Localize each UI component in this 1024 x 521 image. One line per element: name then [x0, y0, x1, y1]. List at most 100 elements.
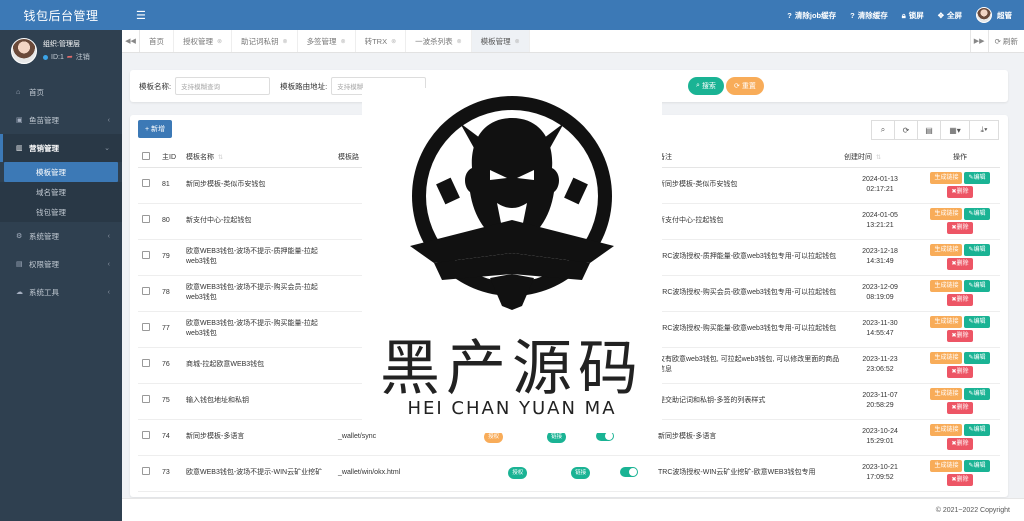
online-dot-icon	[43, 55, 48, 60]
row-id: 74	[158, 419, 182, 456]
delete-button[interactable]: ✖删除	[947, 330, 973, 342]
edit-button[interactable]: ✎编辑	[964, 280, 990, 292]
user-menu[interactable]: 超管	[976, 7, 1012, 23]
menu-toggle-icon[interactable]: ☰	[136, 9, 146, 22]
generate-link-button[interactable]: 生成链接	[930, 244, 963, 256]
delete-button[interactable]: ✖删除	[947, 366, 973, 378]
avatar[interactable]	[11, 38, 37, 64]
edit-button[interactable]: ✎编辑	[964, 460, 990, 472]
row-checkbox[interactable]	[142, 179, 150, 187]
tab-killlist[interactable]: 一波杀列表 ⊗	[406, 30, 472, 52]
plus-icon: +	[145, 125, 150, 133]
generate-link-button[interactable]: 生成链接	[930, 172, 963, 184]
row-checkbox[interactable]	[142, 395, 150, 403]
tabs-scroll-left-icon[interactable]: ◀◀	[122, 30, 140, 52]
col-name[interactable]: 模板名称 ⇅	[182, 147, 334, 168]
generate-link-button[interactable]: 生成链接	[930, 280, 963, 292]
sidebar-item-fish[interactable]: ▣ 鱼苗管理 ‹	[0, 106, 122, 134]
generate-link-button[interactable]: 生成链接	[930, 424, 963, 436]
sidebar-item-marketing[interactable]: ▥ 营销管理 ⌄	[0, 134, 122, 162]
template-route-label: 模板路由地址:	[280, 81, 328, 91]
row-route-cell: _wallet/win/okx.html 授权 链接	[334, 455, 654, 492]
refresh-button[interactable]: ⟳ 刷新	[987, 30, 1024, 52]
download-icon: ⤓▾	[980, 125, 988, 134]
delete-button[interactable]: ✖删除	[947, 474, 973, 486]
sidebar-item-system[interactable]: ⚙ 系统管理 ‹	[0, 222, 122, 250]
reset-button[interactable]: ⟳ 重置	[726, 77, 764, 95]
question-icon: ?	[787, 10, 792, 20]
col-created[interactable]: 创建时间 ⇅	[840, 147, 920, 168]
columns-button[interactable]: ▦▾	[940, 120, 970, 140]
close-icon[interactable]: ⊗	[217, 38, 222, 45]
search-icon: ⌕	[696, 82, 700, 89]
edit-button[interactable]: ✎编辑	[964, 172, 990, 184]
row-id: 75	[158, 383, 182, 420]
tab-mnemonic[interactable]: 助记词私钥 ⊗	[232, 30, 298, 52]
tab-multisig[interactable]: 多签管理 ⊗	[298, 30, 356, 52]
generate-link-button[interactable]: 生成链接	[930, 460, 963, 472]
tab-auth[interactable]: 授权管理 ⊗	[174, 30, 233, 52]
close-icon[interactable]: ⊗	[457, 38, 462, 45]
link-badge: 链接	[571, 467, 591, 479]
clear-job-cache-button[interactable]: ? 清除job缓存	[787, 10, 836, 21]
row-checkbox[interactable]	[142, 431, 150, 439]
lock-screen-button[interactable]: 🔒︎ 锁屏	[902, 10, 924, 21]
watermark-overlay: 黑产源码 HEI CHAN YUAN MA	[362, 88, 662, 433]
generate-link-button[interactable]: 生成链接	[930, 352, 963, 364]
row-created: 2023-10-21 17:09:52	[840, 455, 920, 492]
add-button[interactable]: + 新增	[138, 120, 173, 138]
sidebar-sub-wallet[interactable]: 钱包管理	[0, 202, 122, 222]
row-checkbox[interactable]	[142, 251, 150, 259]
edit-button[interactable]: ✎编辑	[964, 244, 990, 256]
delete-button[interactable]: ✖删除	[947, 222, 973, 234]
col-id[interactable]: 主ID	[158, 147, 182, 168]
sidebar-sub-template[interactable]: 模板管理	[4, 162, 118, 182]
generate-link-button[interactable]: 生成链接	[930, 208, 963, 220]
generate-link-button[interactable]: 生成链接	[930, 388, 963, 400]
edit-button[interactable]: ✎编辑	[964, 352, 990, 364]
tabs-scroll-right-icon[interactable]: ▶▶	[969, 30, 988, 52]
row-name: 新同步模板-类似币安钱包	[182, 167, 334, 204]
delete-button[interactable]: ✖删除	[947, 402, 973, 414]
edit-button[interactable]: ✎编辑	[964, 208, 990, 220]
chevron-left-icon: ‹	[107, 260, 110, 268]
generate-link-button[interactable]: 生成链接	[930, 316, 963, 328]
sidebar-item-home[interactable]: ⌂ 首页	[0, 78, 122, 106]
sidebar-item-permission[interactable]: ▤ 权限管理 ‹	[0, 250, 122, 278]
table-refresh-button[interactable]: ⟳	[894, 120, 918, 140]
delete-button[interactable]: ✖删除	[947, 258, 973, 270]
close-icon[interactable]: ⊗	[391, 38, 396, 45]
bank-icon: ▥	[16, 145, 23, 152]
watermark-title: 黑产源码	[380, 334, 644, 404]
row-checkbox[interactable]	[142, 215, 150, 223]
edit-button[interactable]: ✎编辑	[964, 424, 990, 436]
wallet-icon: ▣	[16, 117, 23, 124]
toggle-search-button[interactable]: ⌕	[871, 120, 895, 140]
sidebar-sub-domain[interactable]: 域名管理	[0, 182, 122, 202]
row-checkbox[interactable]	[142, 467, 150, 475]
search-button[interactable]: ⌕ 搜索	[688, 77, 724, 95]
select-all-checkbox[interactable]	[142, 151, 150, 160]
row-checkbox[interactable]	[142, 287, 150, 295]
delete-button[interactable]: ✖删除	[947, 438, 973, 450]
edit-button[interactable]: ✎编辑	[964, 388, 990, 400]
export-button[interactable]: ⤓▾	[969, 120, 999, 140]
close-icon[interactable]: ⊗	[283, 38, 288, 45]
toggle-view-button[interactable]: ▤	[917, 120, 941, 140]
row-checkbox[interactable]	[142, 359, 150, 367]
tab-trx[interactable]: 转TRX ⊗	[356, 30, 407, 52]
tab-template[interactable]: 模板管理 ⊗	[471, 30, 530, 52]
delete-button[interactable]: ✖删除	[947, 186, 973, 198]
clear-cache-button[interactable]: ? 清除缓存	[850, 10, 888, 21]
template-name-input[interactable]: 支持模糊查询	[175, 77, 271, 95]
sidebar-item-tools[interactable]: ☁ 系统工具 ‹	[0, 278, 122, 306]
close-icon[interactable]: ⊗	[341, 38, 346, 45]
row-checkbox[interactable]	[142, 323, 150, 331]
edit-button[interactable]: ✎编辑	[964, 316, 990, 328]
tab-home[interactable]: 首页	[140, 30, 174, 52]
status-toggle[interactable]	[620, 467, 639, 478]
logout-link[interactable]: 注销	[76, 51, 90, 64]
delete-button[interactable]: ✖删除	[947, 294, 973, 306]
fullscreen-button[interactable]: ✥ 全屏	[938, 10, 962, 21]
close-icon[interactable]: ⊗	[515, 38, 520, 45]
